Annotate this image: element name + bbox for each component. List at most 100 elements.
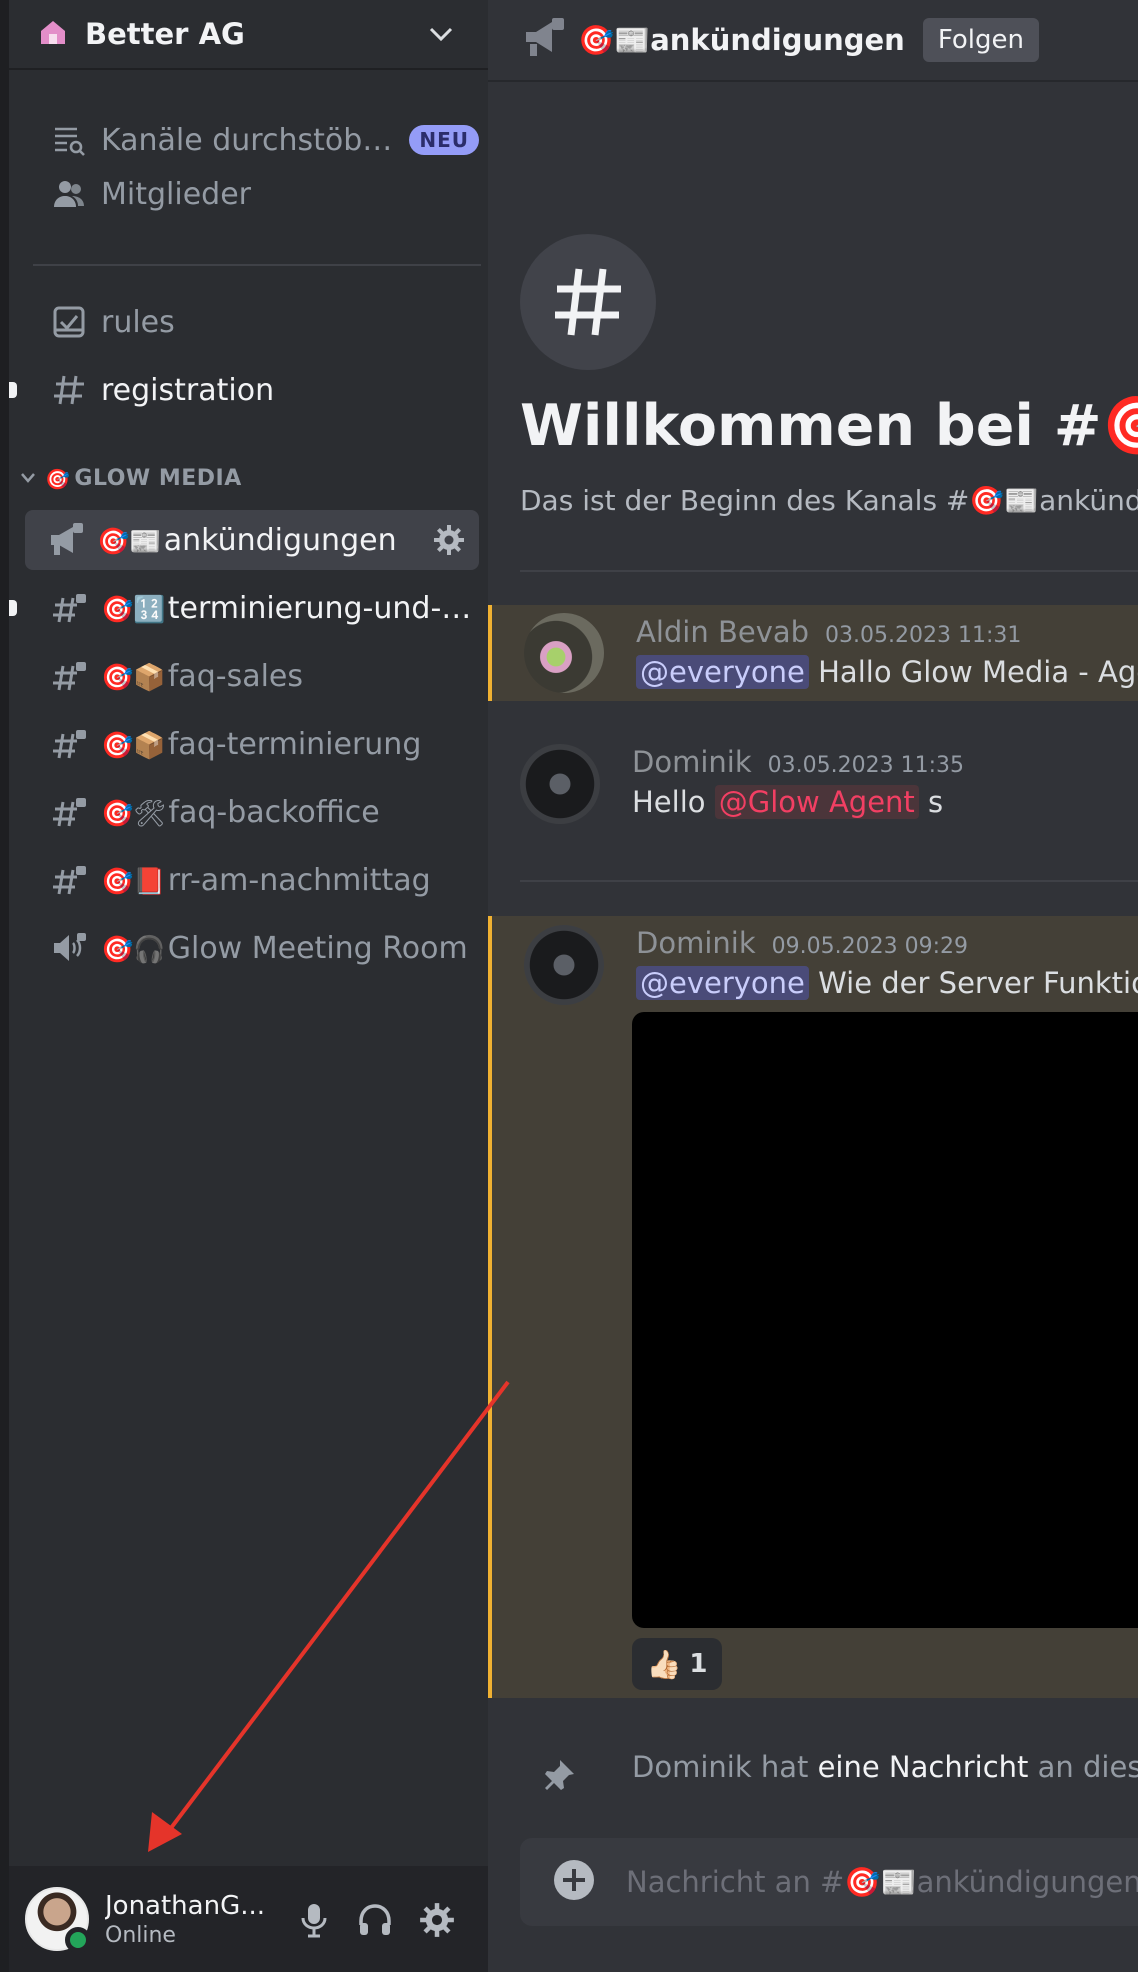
message[interactable]: Dominik 03.05.2023 11:35 Hello @Glow Age… [488,735,1138,835]
message-body: @everyone Wie der Server Funktionie [636,966,1138,1000]
username: JonathanG... [105,1890,265,1921]
message-time: 03.05.2023 11:31 [825,623,1022,648]
unread-indicator [9,382,17,398]
pin-icon [542,1758,576,1796]
channel-label: faq-terminierung [167,726,422,762]
channel-emoji: 🎯🔢 [101,594,166,625]
avatar[interactable] [524,925,604,1005]
headphones-icon[interactable] [353,1898,397,1942]
channel-sidebar: Better AG Kanäle durchstöbern NEU Mitgli… [9,0,488,1972]
thumbs-up-emoji: 👍🏻 [646,1647,682,1681]
add-attachment-icon[interactable] [552,1858,596,1906]
server-header[interactable]: Better AG [9,0,488,70]
message[interactable]: Aldin Bevab 03.05.2023 11:31 @everyone H… [488,605,1138,701]
user-settings-gear-icon[interactable] [415,1898,459,1942]
user-panel: JonathanG... Online [9,1866,488,1972]
gear-icon[interactable] [433,524,465,564]
channel-registration[interactable]: registration [29,360,479,420]
channel-label: Glow Meeting Room [167,930,468,966]
user-info[interactable]: JonathanG... Online [105,1891,265,1948]
hash-lock-icon [49,792,89,832]
sidebar-divider [33,264,481,266]
channel-emoji: 🎯📦 [101,730,166,761]
chevron-down-icon [19,466,37,491]
channel-label: registration [101,372,275,408]
message-text: Hallo Glow Media - Agen [808,655,1138,689]
channel-terminierung[interactable]: 🎯🔢terminierung-und-s... [29,578,479,638]
channel-label: rules [101,304,175,340]
avatar[interactable] [520,744,600,824]
rules-icon [49,302,89,342]
message-author[interactable]: Dominik [636,926,756,960]
channel-title: 🎯📰ankündigungen [578,23,905,58]
channel-rr-am-nachmittag[interactable]: 🎯📕rr-am-nachmittag [29,850,479,910]
avatar[interactable] [524,613,604,693]
video-embed[interactable] [632,1012,1138,1628]
message-author[interactable]: Aldin Bevab [636,615,809,649]
channel-header: 🎯📰ankündigungen Folgen [488,0,1138,82]
message-header: Dominik 03.05.2023 11:35 [632,745,964,779]
message-body: Hello @Glow Agent s [632,785,943,819]
new-badge: NEU [409,125,479,155]
reaction-count: 1 [689,1649,708,1679]
message-time: 09.05.2023 09:29 [771,934,968,959]
channel-emoji: 🎯📰 [578,22,651,57]
category-label: GLOW MEDIA [74,466,242,491]
browse-list-icon [49,120,89,160]
message-prefix: Hello [632,785,715,819]
welcome-subtitle: Das ist der Beginn des Kanals #🎯📰ankündi… [520,484,1138,517]
channel-faq-sales[interactable]: 🎯📦faq-sales [29,646,479,706]
channel-ankuendigungen[interactable]: 🎯📰ankündigungen [25,510,479,570]
avatar[interactable] [25,1887,91,1953]
reaction-button[interactable]: 👍🏻 1 [632,1638,722,1690]
system-message-text: Dominik hat eine Nachricht an diesen [632,1750,1138,1784]
message-text: Wie der Server Funktionie [818,966,1138,1000]
message-header: Dominik 09.05.2023 09:29 [636,926,968,960]
category-emoji: 🎯 [45,466,71,491]
hash-lock-icon [49,860,89,900]
welcome-title: Willkommen bei #🎯📰 [520,393,1138,459]
divider [520,570,1138,572]
channel-glow-meeting-room[interactable]: 🎯🎧Glow Meeting Room [29,918,479,978]
message-composer[interactable]: Nachricht an #🎯📰ankündigungen [520,1838,1138,1926]
megaphone-icon [522,18,564,62]
browse-channels-label: Kanäle durchstöbern [101,122,404,158]
members-item[interactable]: Mitglieder [29,164,479,224]
channel-faq-backoffice[interactable]: 🎯🛠faq-backoffice [29,782,479,842]
user-status: Online [105,1922,176,1948]
megaphone-icon [45,520,85,560]
follow-button[interactable]: Folgen [922,18,1039,62]
system-link[interactable]: eine Nachricht [818,1750,1029,1784]
message-author[interactable]: Dominik [632,745,752,779]
hash-lock-icon [49,724,89,764]
chevron-down-icon[interactable] [428,24,454,48]
system-text-rest: an diesen [1037,1750,1138,1784]
hash-icon [49,370,89,410]
online-status-dot [65,1927,91,1953]
welcome-hash-icon [520,234,656,370]
channel-faq-terminierung[interactable]: 🎯📦faq-terminierung [29,714,479,774]
message-time: 03.05.2023 11:35 [767,753,964,778]
channel-emoji: 🎯📰 [97,526,162,557]
mention[interactable]: @everyone [636,655,809,689]
members-label: Mitglieder [101,176,251,212]
browse-channels-item[interactable]: Kanäle durchstöbern NEU [29,110,479,170]
system-author[interactable]: Dominik [632,1750,752,1784]
message-text: s [918,785,944,819]
channel-label: faq-backoffice [168,794,380,830]
system-text: hat [751,1750,818,1784]
hash-lock-icon [49,588,89,628]
category-glow-media[interactable]: 🎯 GLOW MEDIA [19,466,242,491]
mention[interactable]: @everyone [636,966,809,1000]
server-home-icon [37,16,69,52]
channel-emoji: 🎯📕 [101,866,166,897]
hash-lock-icon [49,656,89,696]
message-header: Aldin Bevab 03.05.2023 11:31 [636,615,1021,649]
channel-name: ankündigungen [650,22,905,57]
mention[interactable]: @Glow Agent [714,785,919,819]
microphone-icon[interactable] [292,1898,336,1942]
channel-label: terminierung-und-s... [167,590,479,626]
channel-rules[interactable]: rules [29,292,479,352]
chat-main: 🎯📰ankündigungen Folgen Willkommen bei #🎯… [488,0,1138,1972]
channel-emoji: 🎯🛠 [101,798,167,829]
